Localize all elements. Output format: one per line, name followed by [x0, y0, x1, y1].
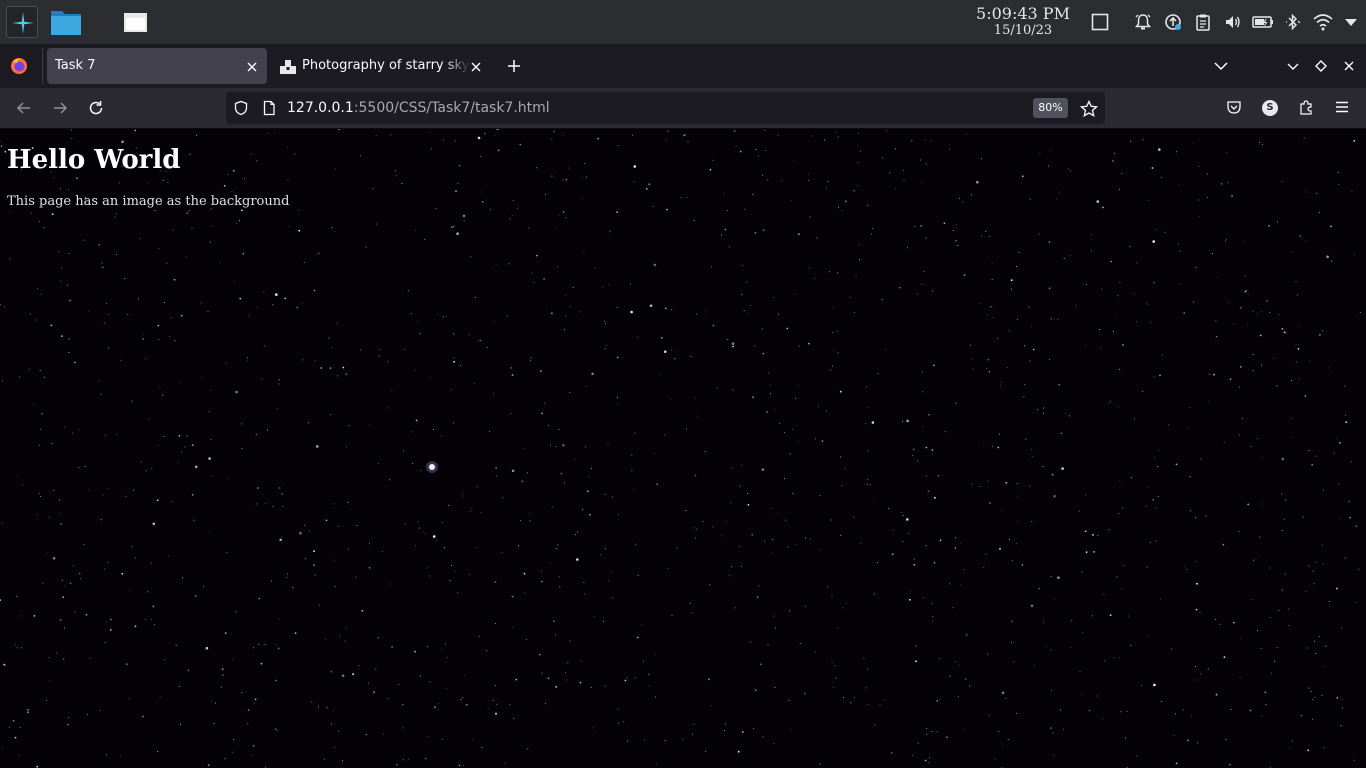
- panel-menu-icon[interactable]: [1342, 12, 1360, 32]
- pocket-icon[interactable]: [1226, 99, 1244, 117]
- file-manager-icon[interactable]: [50, 8, 82, 36]
- tab-strip: Task 7 Photography of starry sky: [0, 44, 1366, 88]
- list-all-tabs-icon[interactable]: [1213, 58, 1229, 74]
- tab-title: Task 7: [55, 58, 96, 73]
- system-panel: 5:09:43 PM 15/10/23: [0, 0, 1366, 44]
- tab-title: Photography of starry sky: [302, 58, 470, 73]
- url-path: :5500/CSS/Task7/task7.html: [353, 100, 550, 116]
- hamburger-menu-icon[interactable]: [1334, 99, 1352, 117]
- show-desktop-icon[interactable]: [1090, 12, 1110, 32]
- updates-icon[interactable]: [1163, 12, 1183, 32]
- notifications-icon[interactable]: [1133, 12, 1153, 32]
- back-icon[interactable]: [15, 99, 33, 117]
- close-window-icon[interactable]: [1341, 58, 1357, 74]
- tab-starry-sky[interactable]: Photography of starry sky: [272, 48, 492, 84]
- clock[interactable]: 5:09:43 PM 15/10/23: [970, 4, 1076, 39]
- app-launcher-icon[interactable]: [6, 6, 38, 38]
- page-viewport[interactable]: Hello World This page has an image as th…: [0, 129, 1366, 768]
- clock-time: 5:09:43 PM: [976, 4, 1070, 23]
- site-favicon-icon: [280, 58, 296, 74]
- new-tab-icon[interactable]: [506, 58, 522, 74]
- minimize-icon[interactable]: [1285, 58, 1301, 74]
- extensions-icon[interactable]: [1298, 99, 1316, 117]
- tab-task-7[interactable]: Task 7: [47, 48, 267, 84]
- clock-date: 15/10/23: [993, 23, 1053, 38]
- url-host: 127.0.0.1: [287, 100, 354, 116]
- clipboard-icon[interactable]: [1193, 12, 1213, 32]
- navigation-toolbar: 127.0.0.1:5500/CSS/Task7/task7.html 80% …: [0, 88, 1366, 129]
- page-heading: Hello World: [7, 145, 181, 175]
- address-bar[interactable]: 127.0.0.1:5500/CSS/Task7/task7.html 80%: [226, 92, 1105, 124]
- url-text[interactable]: 127.0.0.1:5500/CSS/Task7/task7.html: [287, 100, 550, 116]
- forward-icon[interactable]: [51, 99, 69, 117]
- battery-icon[interactable]: [1251, 12, 1275, 32]
- starry-sky-background: [0, 129, 1361, 768]
- bluetooth-icon[interactable]: [1283, 12, 1303, 32]
- shield-icon[interactable]: [233, 100, 249, 116]
- zoom-level-badge[interactable]: 80%: [1033, 98, 1068, 118]
- volume-icon[interactable]: [1223, 12, 1243, 32]
- firefox-icon[interactable]: [10, 57, 28, 79]
- account-avatar[interactable]: S: [1262, 100, 1278, 116]
- window-icon[interactable]: [124, 13, 147, 32]
- close-tab-icon[interactable]: [245, 59, 259, 73]
- wifi-icon[interactable]: [1312, 12, 1334, 32]
- close-tab-icon[interactable]: [469, 59, 483, 73]
- tab-separator: [42, 48, 43, 84]
- page-paragraph: This page has an image as the background: [7, 194, 290, 209]
- reload-icon[interactable]: [87, 99, 105, 117]
- bookmark-star-icon[interactable]: [1079, 99, 1099, 118]
- maximize-icon[interactable]: [1313, 58, 1329, 74]
- page-info-icon[interactable]: [261, 100, 277, 116]
